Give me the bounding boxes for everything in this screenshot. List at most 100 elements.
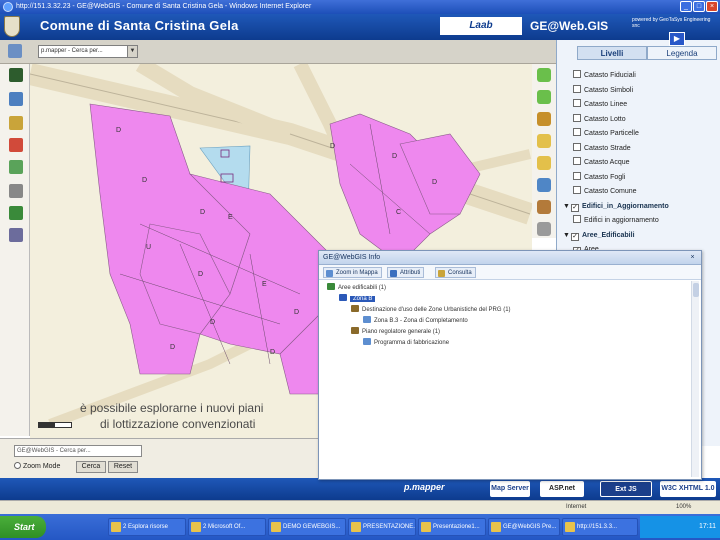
layer-item[interactable]: Catasto Linee — [573, 99, 627, 110]
layer-checkbox[interactable]: ✓ — [571, 203, 579, 212]
zone-label: Internet — [566, 504, 587, 510]
search-select[interactable]: p.mapper - Cerca per... ▼ — [38, 45, 138, 58]
identify-icon[interactable] — [537, 200, 551, 214]
reset-button[interactable]: Reset — [108, 461, 138, 473]
cerca-button[interactable]: Cerca — [76, 461, 106, 473]
pin-icon[interactable] — [9, 138, 23, 152]
svg-text:D: D — [170, 344, 175, 351]
layer-checkbox[interactable] — [573, 186, 581, 194]
tree-node[interactable]: Zona B — [339, 294, 376, 304]
export-icon[interactable] — [9, 228, 23, 242]
print-icon[interactable] — [9, 184, 23, 198]
scroll-thumb[interactable] — [693, 283, 699, 297]
taskbar-item[interactable]: Presentazione1... — [418, 518, 486, 536]
expand-icon[interactable]: ▼ — [563, 230, 571, 241]
bottom-search-select[interactable]: GE@WebGIS - Cerca per... — [14, 445, 142, 457]
tree-node[interactable]: Zona B.3 - Zona di Completamento — [363, 316, 468, 326]
taskbar-item[interactable]: GE@WebGIS Pre... — [488, 518, 560, 536]
layer-checkbox[interactable] — [573, 113, 581, 122]
tree-node[interactable]: Destinazione d'uso delle Zone Urbanistic… — [351, 305, 511, 315]
layer-label: Catasto Acque — [584, 159, 630, 166]
layer-item[interactable]: Catasto Acque — [573, 157, 630, 168]
taskbar-item[interactable]: 2 Esplora risorse — [108, 518, 186, 536]
collapse-panel-icon[interactable]: ▶ — [669, 32, 685, 46]
layer-item[interactable]: Catasto Strade — [573, 142, 631, 154]
close-icon[interactable]: × — [706, 1, 718, 12]
layer-item[interactable]: Catasto Fiduciali — [573, 70, 636, 81]
panel-tabs: Livelli Legenda — [577, 46, 717, 60]
layer-checkbox[interactable] — [573, 157, 581, 165]
taskbar-item[interactable]: 2 Microsoft Of... — [188, 518, 266, 536]
maximize-icon[interactable]: □ — [693, 1, 705, 12]
tree-node-label: Aree edificabili (1) — [338, 285, 387, 291]
coordinates-icon[interactable] — [9, 160, 23, 174]
minimize-icon[interactable]: _ — [680, 1, 692, 12]
svg-text:E: E — [228, 214, 233, 221]
caption-text: è possibile esplorarne i nuovi piani di … — [80, 400, 263, 432]
tab-legenda[interactable]: Legenda — [647, 46, 717, 60]
start-button[interactable]: Start — [0, 516, 46, 538]
layer-item[interactable]: Catasto Lotto — [573, 113, 626, 125]
taskbar-item-label: 2 Microsoft Of... — [203, 524, 246, 530]
layer-checkbox[interactable] — [573, 215, 581, 223]
layer-item[interactable]: ▼ ✓ Edifici_in_Aggiornamento — [563, 201, 669, 212]
taskbar-item-label: DEMO GEWEBGIS... — [283, 524, 341, 530]
layer-checkbox[interactable] — [573, 70, 581, 78]
consult-label: Consulta — [448, 270, 472, 276]
popup-scrollbar[interactable] — [691, 281, 699, 477]
svg-text:D: D — [142, 177, 147, 184]
taskbar-item[interactable]: DEMO GEWEBGIS... — [268, 518, 346, 536]
layer-checkbox[interactable] — [573, 171, 581, 180]
pan-icon[interactable] — [537, 178, 551, 192]
arrow-right-icon[interactable] — [537, 90, 551, 104]
node-icon — [351, 305, 359, 312]
zoom-mode-option[interactable]: Zoom Mode — [14, 461, 60, 472]
layer-checkbox[interactable] — [573, 128, 581, 136]
layer-item[interactable]: Catasto Simboli — [573, 84, 634, 96]
layer-checkbox[interactable]: ✓ — [571, 232, 579, 241]
download-icon[interactable] — [9, 206, 23, 220]
layer-item[interactable]: ▼ ✓ Aree_Edificabili — [563, 230, 635, 241]
layer-item[interactable]: Edifici in aggiornamento — [573, 215, 659, 226]
layer-item[interactable]: Catasto Particelle — [573, 128, 639, 139]
zoom-in-icon[interactable] — [537, 134, 551, 148]
taskbar-item[interactable]: PRESENTAZIONE... — [348, 518, 416, 536]
layer-item[interactable]: Catasto Fogli — [573, 171, 625, 183]
pencil-icon[interactable] — [9, 116, 23, 130]
zoom-out-icon[interactable] — [537, 156, 551, 170]
tree-node[interactable]: Piano regolatore generale (1) — [351, 327, 440, 337]
arrow-left-icon[interactable] — [537, 68, 551, 82]
window-controls: _ □ × — [680, 1, 718, 12]
layer-item[interactable]: Catasto Comune — [573, 186, 637, 197]
layer-checkbox[interactable] — [573, 99, 581, 107]
pmapper-logo: p.mapper — [404, 482, 445, 492]
caption-line-2: di lottizzazione convenzionati — [100, 417, 256, 431]
tree-node[interactable]: Programma di fabbricazione — [363, 338, 449, 348]
tree-node-label: Piano regolatore generale (1) — [362, 329, 441, 335]
attributes-button[interactable]: Attributi — [387, 267, 425, 278]
full-extent-icon[interactable] — [537, 112, 551, 126]
caption-line-1: è possibile esplorarne i nuovi piani — [80, 401, 264, 415]
zoom-level[interactable]: 100% — [676, 501, 691, 514]
layer-label: Catasto Simboli — [584, 86, 634, 94]
layer-checkbox[interactable] — [573, 84, 581, 93]
zoom-in-map-button[interactable]: Zoom in Mappa — [323, 267, 382, 278]
tab-livelli[interactable]: Livelli — [577, 46, 647, 60]
layout-icon[interactable] — [8, 44, 22, 58]
svg-text:D: D — [116, 127, 121, 134]
expand-icon[interactable]: ▼ — [563, 201, 571, 212]
zoom-mode-label: Zoom Mode — [23, 463, 61, 470]
tree-node[interactable]: Aree edificabili (1) — [327, 283, 386, 293]
select-icon[interactable] — [537, 222, 551, 236]
left-tool-column — [0, 64, 30, 436]
measure-icon[interactable] — [9, 92, 23, 106]
layer-checkbox[interactable] — [573, 142, 581, 151]
close-icon[interactable]: × — [688, 253, 697, 262]
overview-icon[interactable] — [9, 68, 23, 82]
app-icon — [491, 522, 501, 532]
consult-button[interactable]: Consulta — [435, 267, 476, 278]
os-taskbar: Start 2 Esplora risorse 2 Microsoft Of...… — [0, 514, 720, 540]
taskbar-item[interactable]: http://151.3.3... — [562, 518, 638, 536]
zoom-mode-radio[interactable] — [14, 462, 21, 469]
popup-toolbar: Zoom in Mappa Attributi Consulta — [319, 265, 701, 280]
